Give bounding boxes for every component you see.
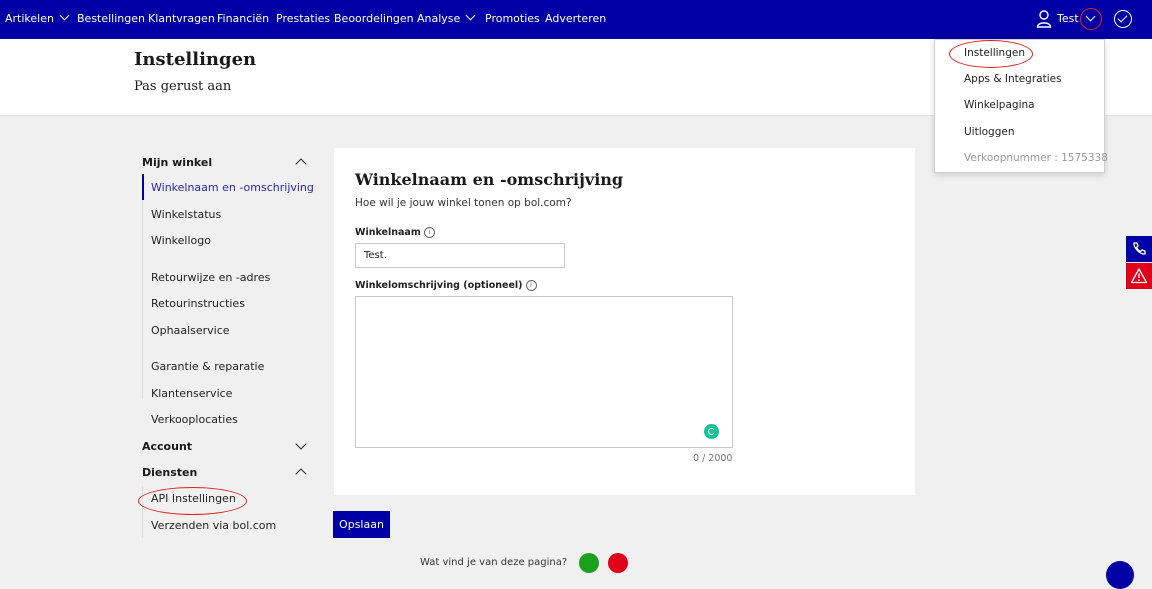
character-counter: 0 / 2000 xyxy=(693,453,733,464)
form-subtitle: Hoe wil je jouw winkel tonen op bol.com? xyxy=(355,197,572,209)
chevron-down-icon[interactable] xyxy=(295,438,307,450)
sidebar-item-verkooplocaties[interactable]: Verkooplocaties xyxy=(151,413,238,426)
user-name[interactable]: Test xyxy=(1057,12,1079,25)
sidebar-item-verzenden[interactable]: Verzenden via bol.com xyxy=(151,519,276,532)
user-icon[interactable] xyxy=(1036,10,1052,28)
sidebar-item-winkellogo[interactable]: Winkellogo xyxy=(151,234,211,247)
user-dropdown-menu: Instellingen Apps & Integraties Winkelpa… xyxy=(934,39,1108,173)
form-card: Winkelnaam en -omschrijving Hoe wil je j… xyxy=(334,148,915,495)
menu-item-winkelpagina[interactable]: Winkelpagina xyxy=(964,99,1035,111)
store-name-input[interactable] xyxy=(355,243,565,268)
chevron-up-icon[interactable] xyxy=(295,468,307,480)
menu-item-uitloggen[interactable]: Uitloggen xyxy=(964,126,1015,138)
warning-icon xyxy=(1130,268,1148,284)
feedback-negative-button[interactable] xyxy=(608,553,628,573)
nav-item-prestaties[interactable]: Prestaties xyxy=(276,12,330,25)
user-menu-toggle[interactable] xyxy=(1080,8,1102,30)
chevron-down-icon xyxy=(465,10,476,21)
nav-item-analyse[interactable]: Analyse xyxy=(417,10,476,25)
menu-item-instellingen[interactable]: Instellingen xyxy=(964,47,1025,59)
warning-tab[interactable] xyxy=(1126,263,1152,289)
sidebar-item-klantenservice[interactable]: Klantenservice xyxy=(151,387,232,400)
label-text: Winkelnaam xyxy=(355,227,421,238)
grammarly-icon[interactable] xyxy=(704,424,719,439)
name-field-label: Winkelnaam i xyxy=(355,227,435,238)
info-icon[interactable]: i xyxy=(423,227,435,238)
feedback-question: Wat vind je van deze pagina? xyxy=(420,557,568,568)
chevron-up-icon[interactable] xyxy=(295,158,307,170)
save-button[interactable]: Opslaan xyxy=(333,511,390,538)
feedback-positive-button[interactable] xyxy=(579,553,599,573)
menu-item-apps-integraties[interactable]: Apps & Integraties xyxy=(964,73,1062,85)
info-icon[interactable]: i xyxy=(525,280,537,291)
nav-item-financien[interactable]: Financiën xyxy=(217,12,269,25)
store-description-textarea[interactable] xyxy=(355,296,733,448)
section-mijn-winkel[interactable]: Mijn winkel xyxy=(142,156,212,169)
sidebar-item-winkelnaam[interactable]: Winkelnaam en -omschrijving xyxy=(151,181,314,194)
page-subtitle: Pas gerust aan xyxy=(134,79,232,94)
help-chat-button[interactable] xyxy=(1106,561,1134,589)
top-navigation: Artikelen Bestellingen Klantvragen Finan… xyxy=(0,0,1152,39)
active-indicator xyxy=(142,174,144,200)
sidebar-item-retourinstructies[interactable]: Retourinstructies xyxy=(151,297,245,310)
nav-label: Artikelen xyxy=(5,12,54,25)
sidebar-divider xyxy=(142,486,143,538)
label-text: Winkelomschrijving (optioneel) xyxy=(355,280,523,291)
sidebar-divider xyxy=(142,174,143,399)
nav-item-bestellingen[interactable]: Bestellingen xyxy=(77,12,145,25)
phone-icon xyxy=(1133,242,1146,255)
sidebar-item-api-instellingen[interactable]: API Instellingen xyxy=(151,492,236,505)
sidebar-item-ophaalservice[interactable]: Ophaalservice xyxy=(151,324,230,337)
section-diensten[interactable]: Diensten xyxy=(142,466,197,479)
nav-item-klantvragen[interactable]: Klantvragen xyxy=(148,12,215,25)
section-account[interactable]: Account xyxy=(142,440,192,453)
sidebar-item-garantie[interactable]: Garantie & reparatie xyxy=(151,360,264,373)
form-title: Winkelnaam en -omschrijving xyxy=(355,170,624,189)
nav-item-promoties[interactable]: Promoties xyxy=(485,12,540,25)
check-circle-icon[interactable] xyxy=(1114,10,1132,28)
nav-item-adverteren[interactable]: Adverteren xyxy=(545,12,606,25)
description-field-label: Winkelomschrijving (optioneel) i xyxy=(355,280,537,291)
sidebar-item-winkelstatus[interactable]: Winkelstatus xyxy=(151,208,221,221)
nav-item-artikelen[interactable]: Artikelen xyxy=(5,10,70,25)
phone-tab[interactable] xyxy=(1126,236,1152,262)
nav-label: Analyse xyxy=(417,12,461,25)
chevron-down-icon xyxy=(59,10,70,21)
chevron-down-icon xyxy=(1085,11,1096,22)
sidebar-item-retourwijze[interactable]: Retourwijze en -adres xyxy=(151,271,270,284)
page-title: Instellingen xyxy=(134,49,257,70)
seller-number: Verkoopnummer : 1575338 xyxy=(964,152,1108,164)
nav-item-beoordelingen[interactable]: Beoordelingen xyxy=(334,12,414,25)
